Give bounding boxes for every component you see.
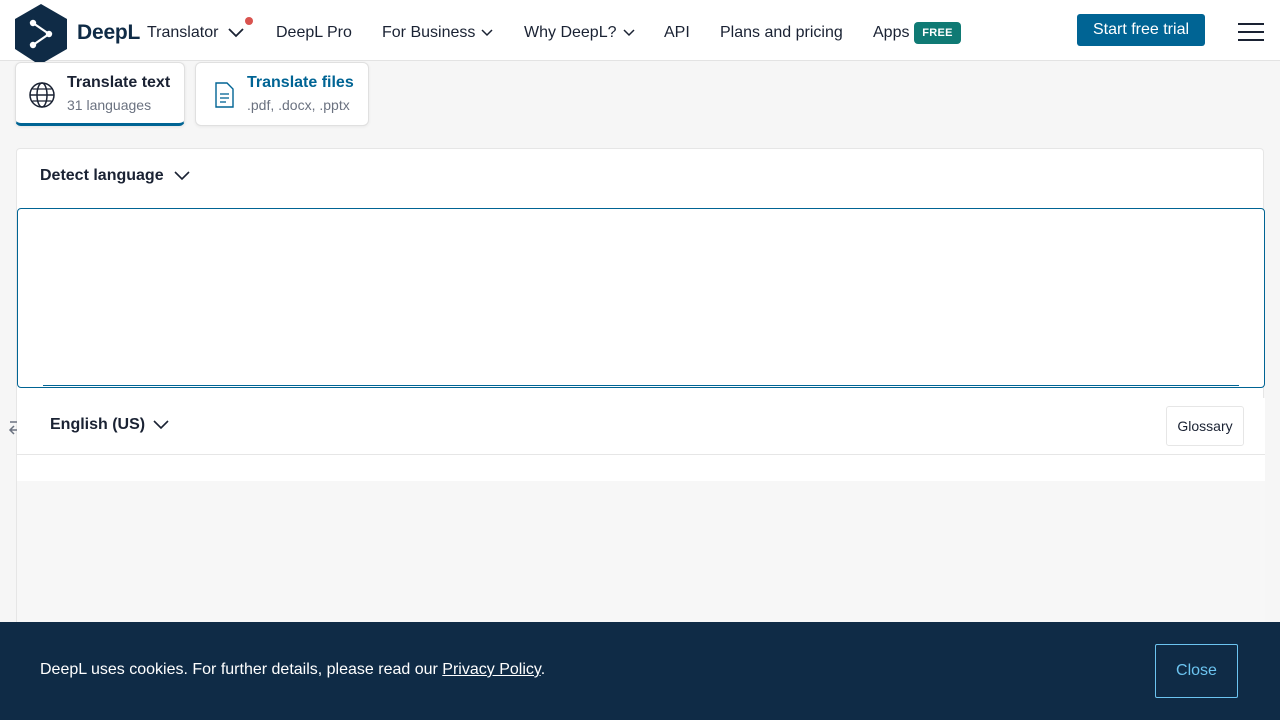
cookie-banner: DeepL uses cookies. For further details,… — [0, 622, 1280, 720]
chevron-down-icon — [153, 420, 169, 430]
source-language-selector[interactable]: Detect language — [40, 167, 190, 185]
nav-why-deepl-label: Why DeepL? — [524, 24, 617, 41]
cookie-text-after: . — [540, 661, 546, 678]
nav-for-business[interactable]: For Business — [382, 22, 493, 44]
nav-api[interactable]: API — [664, 22, 690, 44]
tab-translate-files[interactable]: Translate files .pdf, .docx, .pptx — [195, 62, 369, 126]
tab-translate-text[interactable]: Translate text 31 languages — [15, 62, 185, 126]
apps-free-badge: FREE — [914, 22, 961, 44]
nav-deepl-pro[interactable]: DeepL Pro — [276, 22, 352, 44]
target-language-selector[interactable]: English (US) — [50, 416, 169, 434]
source-text-container — [17, 208, 1265, 388]
brand-name[interactable]: DeepL — [77, 21, 140, 45]
tab-translate-text-title: Translate text — [67, 74, 171, 91]
deepl-logo-icon[interactable] — [15, 4, 67, 68]
notification-dot — [245, 17, 253, 25]
tab-translate-files-title: Translate files — [247, 74, 354, 91]
chevron-down-icon — [622, 29, 635, 37]
product-label: Translator — [147, 24, 219, 41]
nav-for-business-label: For Business — [382, 24, 476, 41]
target-text-output — [17, 455, 1265, 481]
chevron-down-icon — [174, 171, 190, 181]
tab-translate-files-subtitle: .pdf, .docx, .pptx — [247, 97, 350, 113]
cookie-text-before: DeepL uses cookies. For further details,… — [40, 661, 443, 678]
target-language-label: English (US) — [50, 416, 146, 433]
document-icon — [215, 82, 234, 108]
start-free-trial-button[interactable]: Start free trial — [1077, 14, 1205, 46]
source-text-input[interactable] — [42, 223, 1240, 373]
cookie-close-button[interactable]: Close — [1155, 644, 1238, 698]
target-language-bar: English (US) Glossary — [17, 398, 1265, 455]
chevron-down-icon — [228, 28, 245, 38]
target-output-background — [17, 481, 1265, 629]
top-header: DeepL Translator DeepL Pro For Business … — [0, 0, 1280, 68]
source-input-underline — [43, 385, 1239, 386]
source-language-label: Detect language — [40, 167, 164, 184]
product-switcher[interactable]: Translator — [147, 22, 245, 44]
nav-plans-and-pricing[interactable]: Plans and pricing — [720, 22, 843, 44]
glossary-button[interactable]: Glossary — [1166, 406, 1244, 446]
cookie-message: DeepL uses cookies. For further details,… — [40, 661, 545, 679]
privacy-policy-link[interactable]: Privacy Policy — [442, 661, 540, 678]
globe-icon — [29, 82, 55, 108]
translator-panel: Detect language English (US) Glossary — [8, 148, 1265, 629]
hamburger-menu-icon[interactable] — [1238, 21, 1264, 41]
nav-why-deepl[interactable]: Why DeepL? — [524, 22, 635, 44]
nav-apps[interactable]: Apps — [873, 22, 909, 44]
chevron-down-icon — [481, 29, 493, 37]
tab-translate-text-subtitle: 31 languages — [67, 97, 152, 113]
